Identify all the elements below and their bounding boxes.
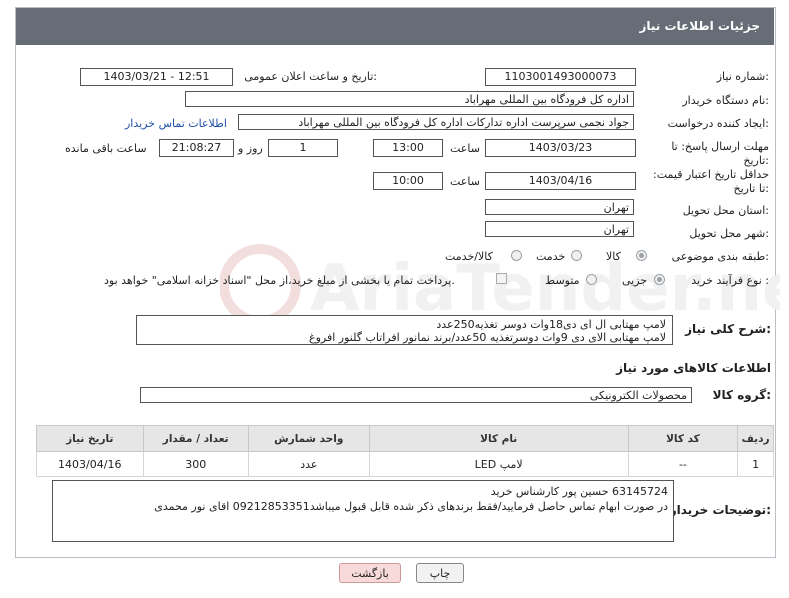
days-remaining-field: 1 xyxy=(268,139,338,157)
validity-date-field: 1403/04/16 xyxy=(485,172,636,190)
row-index: 1 xyxy=(737,451,774,477)
row-date: 1403/04/16 xyxy=(36,451,144,477)
col-qty-header: تعداد / مقدار xyxy=(142,425,249,452)
panel-header: جزئیات اطلاعات نیاز xyxy=(16,8,774,45)
deadline-time-label: ساعت xyxy=(450,142,480,155)
need-number-label: شماره نیاز: xyxy=(716,70,769,83)
announce-field: 1403/03/21 - 12:51 xyxy=(80,68,233,86)
price-validity-label: حداقل تاریخ اعتبار قیمت: تا تاریخ: xyxy=(653,168,769,195)
process-radio-medium[interactable] xyxy=(586,274,597,285)
buyer-org-field: اداره کل فرودگاه بین المللی مهراباد xyxy=(185,91,634,107)
city-field: تهران xyxy=(485,221,634,237)
col-date-header: تاریخ نیاز xyxy=(36,425,144,452)
province-label: استان محل تحویل: xyxy=(682,204,769,217)
city-label: شهر محل تحویل: xyxy=(689,227,769,240)
print-button[interactable]: چاپ xyxy=(416,563,464,583)
days-label: روز و xyxy=(238,142,263,155)
back-button[interactable]: بازگشت xyxy=(339,563,401,583)
buyer-notes-line-1: 63145724 حسین پور کارشناس خرید xyxy=(490,485,668,498)
buyer-notes-label: توضیحات خریدار: xyxy=(669,503,771,517)
creator-field: جواد نجمی سرپرست اداره تدارکات اداره کل … xyxy=(238,114,634,130)
buyer-notes-line-2: در صورت ابهام تماس حاصل فرمایید/فقط برند… xyxy=(154,500,668,513)
process-radio-minor[interactable] xyxy=(654,274,665,285)
category-option-goods: کالا xyxy=(606,250,621,263)
remaining-time-field: 21:08:27 xyxy=(159,139,234,157)
goods-table: ردیف کد کالا نام کالا واحد شمارش تعداد /… xyxy=(36,425,774,477)
buyer-contact-link[interactable]: اطلاعات تماس خریدار xyxy=(125,117,227,130)
deadline-date-field: 1403/03/23 xyxy=(485,139,636,157)
buyer-org-label: نام دستگاه خریدار: xyxy=(682,94,769,107)
table-row[interactable]: 1 -- لامپ LED عدد 300 1403/04/16 xyxy=(36,451,774,477)
category-radio-goods[interactable] xyxy=(636,250,647,261)
row-name: لامپ LED xyxy=(368,451,629,477)
category-option-service: خدمت xyxy=(536,250,566,263)
col-row-header: ردیف xyxy=(737,425,774,452)
need-number-field: 1103001493000073 xyxy=(485,68,636,86)
col-name-header: نام کالا xyxy=(368,425,629,452)
row-code: -- xyxy=(627,451,739,477)
description-line-1: لامپ مهتابی ال ای دی18وات دوسر تغذیه250ع… xyxy=(436,318,666,331)
col-code-header: کد کالا xyxy=(627,425,739,452)
buyer-notes-textarea[interactable]: 63145724 حسین پور کارشناس خرید در صورت ا… xyxy=(52,480,674,542)
category-label: طبقه بندی موضوعی: xyxy=(671,250,769,263)
goods-group-label: گروه کالا: xyxy=(712,388,771,402)
description-line-2: لامپ مهتابی الای دی 9وات دوسرتغذیه 50عدد… xyxy=(309,331,666,344)
row-unit: عدد xyxy=(247,451,370,477)
validity-time-field: 10:00 xyxy=(373,172,443,190)
description-label: شرح کلی نیاز: xyxy=(685,322,771,336)
treasury-payment-checkbox[interactable] xyxy=(496,273,507,284)
page-title: جزئیات اطلاعات نیاز xyxy=(639,19,760,33)
goods-group-field: محصولات الکترونیکی xyxy=(140,387,692,403)
goods-table-header: ردیف کد کالا نام کالا واحد شمارش تعداد /… xyxy=(36,425,774,452)
category-option-goods-service: کالا/خدمت xyxy=(445,250,493,263)
process-option-medium: متوسط xyxy=(545,274,580,287)
announce-label: تاریخ و ساعت اعلان عمومی: xyxy=(244,70,377,83)
validity-time-label: ساعت xyxy=(450,175,480,188)
treasury-payment-note: پرداخت تمام یا بخشی از مبلغ خرید،از محل … xyxy=(104,274,455,287)
col-unit-header: واحد شمارش xyxy=(247,425,370,452)
creator-label: ایجاد کننده درخواست: xyxy=(667,117,769,130)
description-textarea[interactable]: لامپ مهتابی ال ای دی18وات دوسر تغذیه250ع… xyxy=(136,315,673,345)
province-field: تهران xyxy=(485,199,634,215)
process-label: نوع فرآیند خرید : xyxy=(691,274,769,287)
category-radio-service[interactable] xyxy=(571,250,582,261)
process-option-minor: جزیی xyxy=(622,274,648,287)
deadline-label: مهلت ارسال پاسخ: تا تاریخ: xyxy=(671,140,769,167)
goods-section-title: اطلاعات کالاهای مورد نیاز xyxy=(616,361,771,375)
row-qty: 300 xyxy=(142,451,249,477)
category-radio-goods-service[interactable] xyxy=(511,250,522,261)
deadline-time-field: 13:00 xyxy=(373,139,443,157)
remaining-label: ساعت باقی مانده xyxy=(65,142,147,155)
